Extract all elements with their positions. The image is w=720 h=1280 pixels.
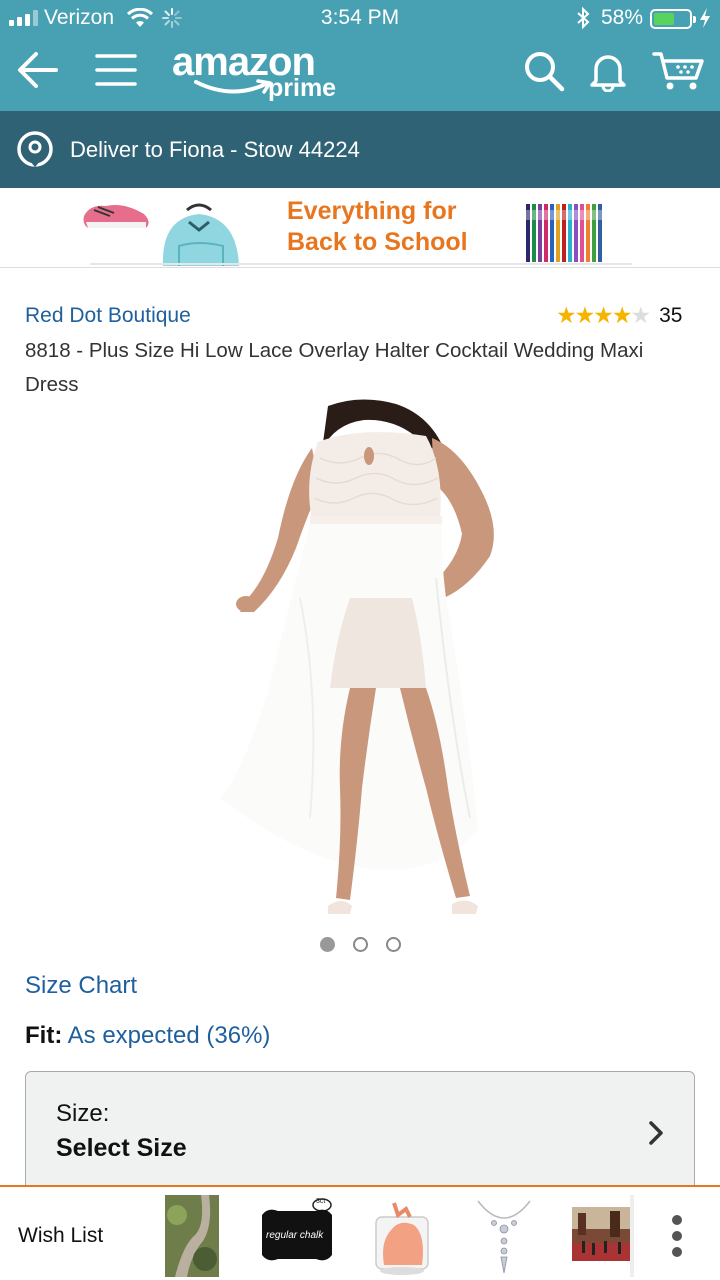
deliver-to-bar[interactable]: Deliver to Fiona - Stow 44224 <box>0 111 720 188</box>
chevron-right-icon <box>649 1121 663 1145</box>
wish-list-bar: Wish List 3ct regular chalk <box>0 1185 720 1280</box>
star-icon: ★ <box>574 302 596 328</box>
rating-count: 35 <box>659 303 683 327</box>
top-bar: Verizon 3:54 PM 58% amazon prime <box>0 0 720 111</box>
size-chart-link[interactable]: Size Chart <box>25 972 137 1000</box>
size-label: Size: <box>56 1100 110 1127</box>
wish-item-city-painting[interactable] <box>570 1195 634 1277</box>
size-value: Select Size <box>56 1134 187 1162</box>
banner-line-1: Everything for <box>287 197 457 225</box>
rating-summary[interactable]: ★★★★★ 35 <box>556 302 682 329</box>
star-icon: ★ <box>611 302 633 328</box>
banner-divider <box>90 263 632 265</box>
fit-info: Fit: As expected (36%) <box>25 1022 270 1050</box>
location-pin-icon <box>17 131 53 167</box>
battery-percent: 58% <box>601 6 644 29</box>
fit-label: Fit: <box>25 1022 63 1049</box>
bluetooth-icon <box>577 6 590 30</box>
star-icon: ★ <box>556 302 577 328</box>
carousel-dot[interactable] <box>353 937 368 952</box>
status-bar: Verizon 3:54 PM 58% <box>0 0 720 36</box>
search-icon[interactable] <box>523 50 565 92</box>
wish-list-label[interactable]: Wish List <box>18 1224 103 1248</box>
product-image[interactable] <box>200 398 520 928</box>
back-to-school-banner[interactable]: Everything for Back to School <box>0 188 720 268</box>
bell-icon[interactable] <box>588 50 628 92</box>
star-rating: ★★★★★ <box>556 302 652 329</box>
wish-item-salt-lamp[interactable] <box>370 1195 434 1277</box>
image-carousel-dots[interactable] <box>320 937 401 952</box>
sneaker-image <box>83 205 149 228</box>
banner-headline: Everything for Back to School <box>287 196 468 258</box>
wish-item-garden-path[interactable] <box>165 1195 219 1277</box>
wish-item-necklace[interactable] <box>474 1195 534 1277</box>
back-arrow-icon[interactable] <box>16 50 60 90</box>
fit-value-link[interactable]: As expected (36%) <box>68 1022 271 1049</box>
carousel-dot[interactable] <box>386 937 401 952</box>
star-icon: ★ <box>630 302 652 328</box>
amazon-prime-logo[interactable]: amazon prime <box>172 40 352 102</box>
chalk-board-text: regular chalk <box>266 1230 324 1241</box>
battery-icon <box>650 9 696 29</box>
wish-item-chalk-board[interactable]: 3ct regular chalk <box>256 1195 338 1277</box>
backpack-image <box>162 203 239 266</box>
delivery-address: Deliver to Fiona - Stow 44224 <box>70 137 360 162</box>
cart-icon[interactable] <box>652 50 704 92</box>
nav-bar: amazon prime <box>0 36 720 111</box>
chalk-badge-text: 3ct <box>316 1198 326 1205</box>
carousel-dot[interactable] <box>320 937 335 952</box>
more-options-icon[interactable] <box>670 1213 684 1259</box>
smile-arrow-icon <box>194 79 272 94</box>
hamburger-menu-icon[interactable] <box>95 50 137 90</box>
size-selector[interactable]: Size: Select Size <box>25 1071 695 1191</box>
product-title: 8818 - Plus Size Hi Low Lace Overlay Hal… <box>25 339 644 396</box>
charging-bolt-icon <box>700 8 710 28</box>
logo-prime: prime <box>268 74 337 102</box>
brand-link[interactable]: Red Dot Boutique <box>25 304 191 328</box>
pens-image <box>525 204 603 262</box>
banner-line-2: Back to School <box>287 228 468 256</box>
star-icon: ★ <box>593 302 614 328</box>
